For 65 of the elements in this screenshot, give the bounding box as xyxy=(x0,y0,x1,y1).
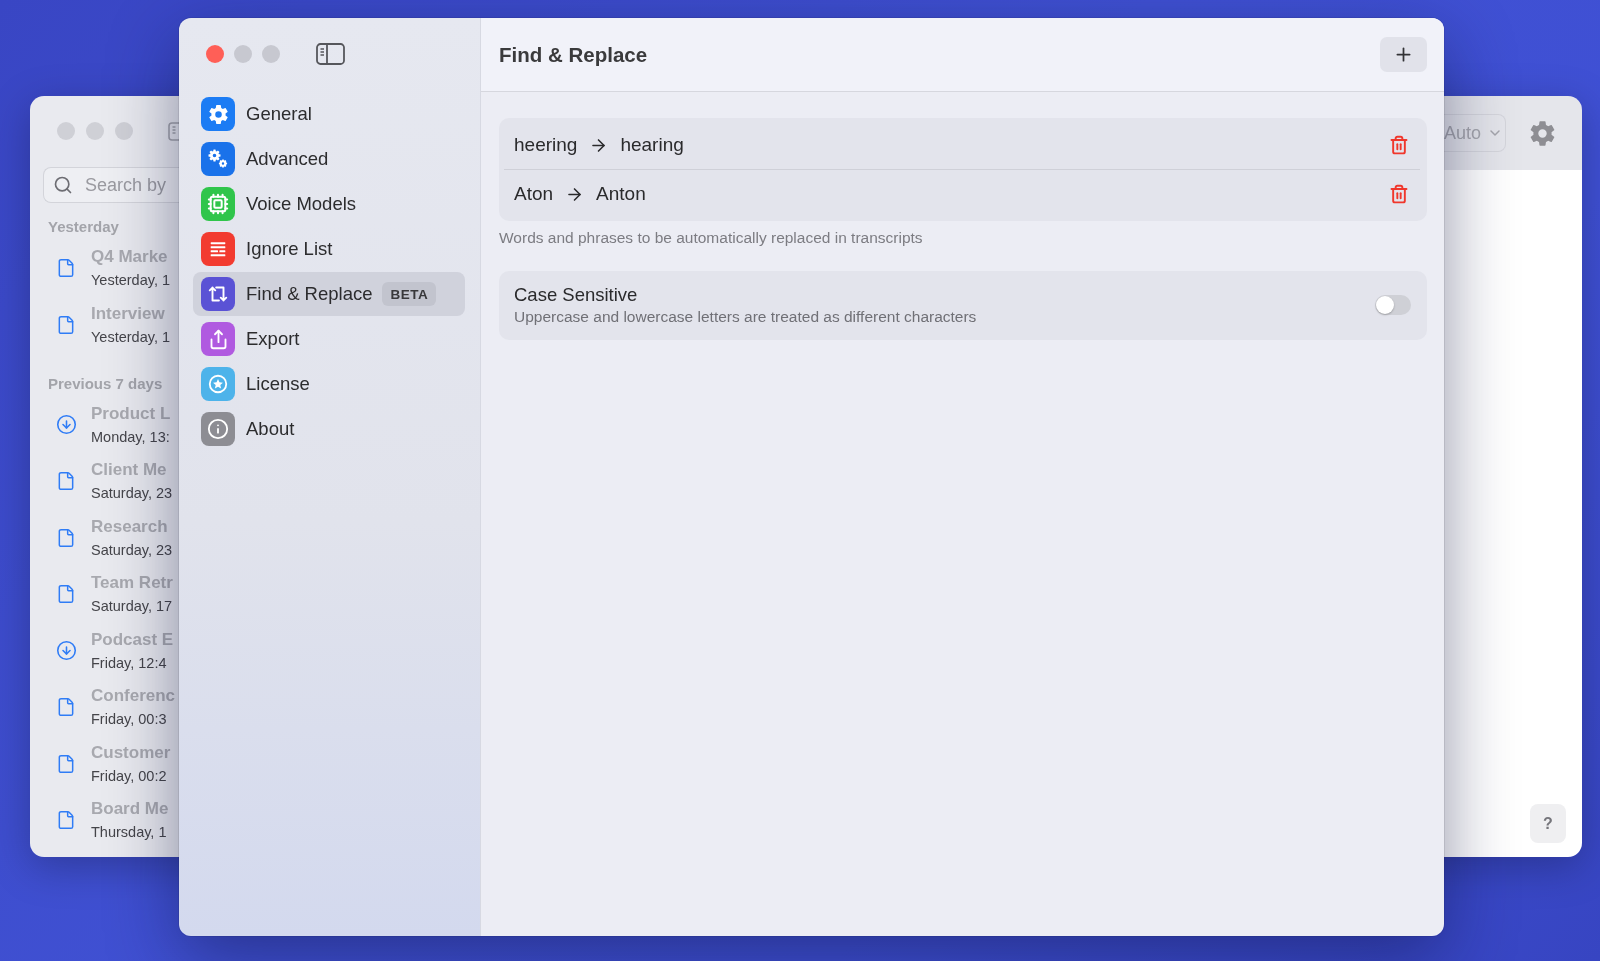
minimize-button[interactable] xyxy=(234,45,252,63)
list-item-date: Friday, 00:3 xyxy=(91,710,168,729)
section-header: Yesterday xyxy=(47,217,120,237)
zoom-button[interactable] xyxy=(115,122,133,140)
sidebar-item[interactable]: Find & Replace BETA xyxy=(193,272,465,316)
sidebar-item[interactable]: Advanced xyxy=(193,137,465,181)
list-item-date: Saturday, 17 xyxy=(91,597,174,616)
list-item-date: Saturday, 23 xyxy=(91,540,174,560)
trash-icon[interactable] xyxy=(1389,135,1409,155)
setting-description: Uppercase and lowercase letters are treated as different characters xyxy=(514,307,978,327)
close-button[interactable] xyxy=(57,122,75,140)
list-item-title: Client Me xyxy=(91,459,168,481)
sidebar-item[interactable]: Export xyxy=(193,317,465,361)
sidebar-item[interactable]: About xyxy=(193,407,465,451)
toggle-switch[interactable] xyxy=(1375,295,1411,315)
list-item-date: Yesterday, 1 xyxy=(91,327,171,347)
document-icon xyxy=(56,753,76,774)
document-icon xyxy=(56,810,76,830)
page-title: Find & Replace xyxy=(499,42,648,67)
zoom-button[interactable] xyxy=(262,45,280,63)
list-item-title: Team Retr xyxy=(91,572,174,594)
list-item-title: Q4 Marke xyxy=(91,246,169,268)
document-icon xyxy=(56,584,76,604)
list-item-date: Yesterday, 1 xyxy=(91,271,171,290)
download-icon xyxy=(56,414,77,435)
sidebar-item[interactable]: Ignore List xyxy=(193,227,465,271)
add-button[interactable] xyxy=(1380,37,1427,72)
sidebar-item[interactable]: General xyxy=(193,92,465,136)
sidebar-item[interactable]: Voice Models xyxy=(193,182,465,226)
list-item-date: Thursday, 1 xyxy=(91,823,168,842)
sidebar-toggle-icon[interactable] xyxy=(316,43,345,65)
list-item-date: Saturday, 23 xyxy=(91,484,174,503)
list-item-title: Customer xyxy=(91,741,172,764)
settings-icon[interactable] xyxy=(1529,119,1556,147)
search-icon xyxy=(53,175,73,195)
list-item-title: Product L xyxy=(91,402,172,425)
replace-text: hearing xyxy=(620,134,684,156)
document-icon xyxy=(56,314,76,335)
help-button[interactable]: ? xyxy=(1530,804,1566,843)
document-icon xyxy=(56,697,76,717)
list-item-date: Friday, 12:4 xyxy=(91,653,168,673)
close-button[interactable] xyxy=(206,45,224,63)
list-item-title: Conferenc xyxy=(91,685,177,707)
beta-badge: BETA xyxy=(382,282,437,306)
document-icon xyxy=(56,471,76,491)
list-item-title: Board Me xyxy=(91,798,170,820)
document-icon xyxy=(56,258,76,278)
sidebar-toggle-icon[interactable] xyxy=(168,121,179,141)
setting-title: Case Sensitive xyxy=(514,283,639,307)
document-icon xyxy=(56,527,76,548)
search-field[interactable]: Search by xyxy=(43,167,179,203)
trash-icon[interactable] xyxy=(1389,184,1409,204)
download-icon xyxy=(56,640,77,661)
find-text: heering xyxy=(514,134,578,156)
list-item-date: Friday, 00:2 xyxy=(91,766,168,786)
minimize-button[interactable] xyxy=(86,122,104,140)
list-item-title: Podcast E xyxy=(91,628,175,651)
replace-text: Anton xyxy=(596,183,646,205)
help-text: Words and phrases to be automatically replaced in transcripts xyxy=(499,228,924,248)
find-text: Aton xyxy=(514,183,554,205)
list-item-title: Research xyxy=(91,515,169,538)
list-item-date: Monday, 13: xyxy=(91,427,171,447)
sidebar-item[interactable]: License xyxy=(193,362,465,406)
list-item-title: Interview xyxy=(91,302,166,325)
section-header: Previous 7 days xyxy=(47,373,164,394)
